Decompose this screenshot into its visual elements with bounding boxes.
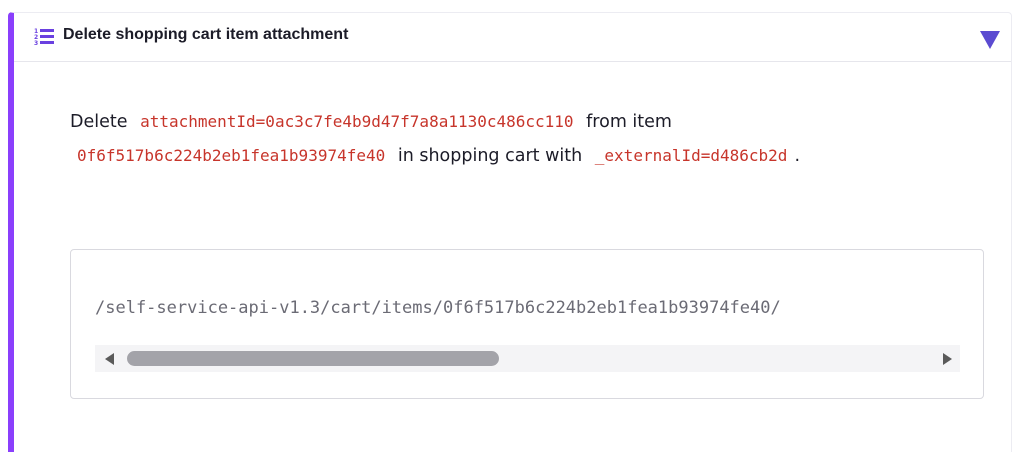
code-path: /self-service-api-v1.3/cart/items/0f6f51… <box>95 298 781 318</box>
description-text: Delete <box>70 112 128 132</box>
scroll-right-icon[interactable] <box>943 353 952 365</box>
section-header[interactable]: 1 2 3 Delete shopping cart item attachme… <box>14 13 1011 62</box>
external-id-code: _externalId=d486cb2d <box>594 146 788 165</box>
horizontal-scrollbar[interactable] <box>95 345 960 372</box>
section-card: 1 2 3 Delete shopping cart item attachme… <box>8 12 1012 452</box>
numbered-list-icon: 1 2 3 <box>34 27 54 47</box>
section-title: Delete shopping cart item attachment <box>63 26 349 43</box>
chevron-down-icon[interactable] <box>980 31 1000 49</box>
attachment-id-code: attachmentId=0ac3c7fe4b9d47f7a8a1130c486… <box>140 112 574 131</box>
description-text: in shopping cart with <box>397 146 583 166</box>
svg-text:3: 3 <box>34 40 38 45</box>
scroll-left-icon[interactable] <box>105 353 114 365</box>
description-text: from item <box>586 112 672 132</box>
scrollbar-thumb[interactable] <box>127 351 499 366</box>
description-text: . <box>794 146 801 166</box>
item-id-code: 0f6f517b6c224b2eb1fea1b93974fe40 <box>77 146 386 165</box>
code-block: /self-service-api-v1.3/cart/items/0f6f51… <box>70 249 984 399</box>
description: Delete attachmentId=0ac3c7fe4b9d47f7a8a1… <box>70 105 930 173</box>
